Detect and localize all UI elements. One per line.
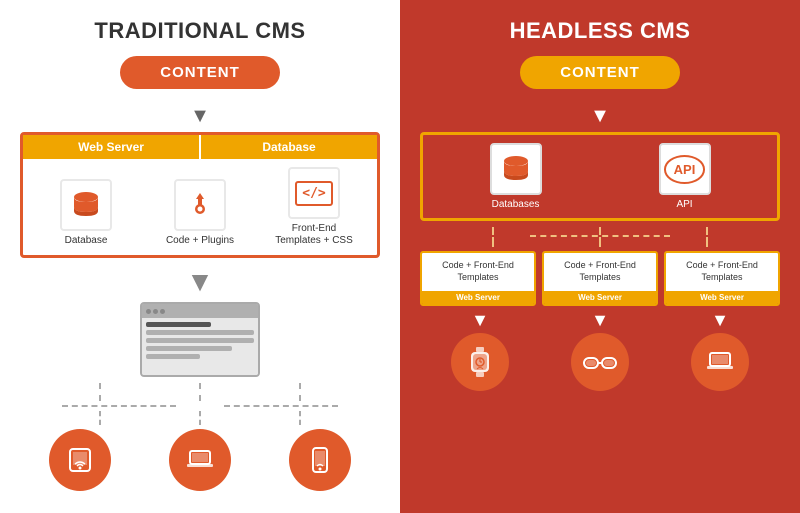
headless-database-icon bbox=[500, 153, 532, 185]
headless-api-label: API bbox=[676, 199, 692, 210]
webserver-content-1: Code + Front-End Templates bbox=[422, 253, 534, 291]
browser-dot-2 bbox=[153, 309, 158, 314]
headless-devices-row bbox=[420, 333, 780, 391]
arrow-box-to-browser: ▼ bbox=[20, 266, 380, 298]
api-badge-icon: API bbox=[664, 155, 706, 184]
browser-line-1 bbox=[146, 322, 211, 327]
browser-bar bbox=[142, 304, 258, 318]
device-watch bbox=[451, 333, 509, 391]
device-laptop bbox=[169, 429, 231, 491]
trad-plugin-icon-box bbox=[174, 179, 226, 231]
webserver-box-1: Code + Front-End Templates Web Server bbox=[420, 251, 536, 306]
browser-line-4 bbox=[146, 346, 232, 351]
browser-content-area bbox=[142, 318, 258, 375]
dashed-line-left bbox=[99, 383, 101, 401]
device-laptop-2 bbox=[691, 333, 749, 391]
tablet-icon bbox=[66, 446, 94, 474]
traditional-cms-panel: TRADITIONAL CMS CONTENT ▼ Web Server Dat… bbox=[0, 0, 400, 513]
trad-database-icon-box bbox=[60, 179, 112, 231]
webserver-content-2: Code + Front-End Templates bbox=[544, 253, 656, 291]
headless-db-icon-box bbox=[490, 143, 542, 195]
trad-plugin-item: Code + Plugins bbox=[160, 179, 240, 247]
glasses-icon bbox=[583, 351, 617, 373]
dashed-api-r2 bbox=[706, 237, 708, 247]
trad-plugin-label: Code + Plugins bbox=[166, 235, 234, 247]
webserver-label-2: Web Server bbox=[544, 291, 656, 304]
traditional-cms-title: TRADITIONAL CMS bbox=[20, 18, 380, 44]
trad-icons-row: Database Code + Plugins </> bbox=[23, 159, 377, 247]
webserver-label-1: Web Server bbox=[422, 291, 534, 304]
dashed-line-center bbox=[199, 383, 201, 401]
arrow-to-device-3: ▼ bbox=[711, 310, 729, 331]
dashed-api-c2 bbox=[599, 237, 601, 247]
browser-line-5 bbox=[146, 354, 200, 359]
traditional-content-pill: CONTENT bbox=[120, 56, 280, 89]
browser-dot-3 bbox=[160, 309, 165, 314]
trad-frontend-label: Front-End Templates + CSS bbox=[274, 223, 354, 247]
trad-frontend-item: </> Front-End Templates + CSS bbox=[274, 167, 354, 247]
dashed-line-right bbox=[299, 383, 301, 401]
arrows-to-devices: ▼ ▼ ▼ bbox=[420, 310, 780, 331]
headless-api-item: API API bbox=[659, 143, 711, 210]
arrow-content-to-db: ▼ bbox=[420, 105, 780, 128]
browser-line-3 bbox=[146, 338, 254, 343]
headless-cms-panel: HEADLESS CMS CONTENT ▼ Databases API API bbox=[400, 0, 800, 513]
webserver-row: Code + Front-End Templates Web Server Co… bbox=[420, 251, 780, 306]
dashed-api-left bbox=[492, 227, 494, 235]
webserver-label-3: Web Server bbox=[666, 291, 778, 304]
arrow-content-to-box: ▼ bbox=[20, 105, 380, 128]
trad-database-item: Database bbox=[46, 179, 126, 247]
trad-box-header: Web Server Database bbox=[23, 135, 377, 159]
laptop-icon-2 bbox=[705, 348, 735, 376]
arrow-to-device-1: ▼ bbox=[471, 310, 489, 331]
database-icon bbox=[70, 189, 102, 221]
headless-database-item: Databases bbox=[490, 143, 542, 210]
trad-database-label: Database bbox=[65, 235, 108, 247]
device-glasses bbox=[571, 333, 629, 391]
plugin-icon bbox=[184, 189, 216, 221]
code-brackets-icon: </> bbox=[295, 181, 332, 206]
webserver-content-3: Code + Front-End Templates bbox=[666, 253, 778, 291]
traditional-devices-row bbox=[20, 429, 380, 491]
headless-content-pill: CONTENT bbox=[520, 56, 680, 89]
device-tablet bbox=[49, 429, 111, 491]
dashed-line-l2 bbox=[99, 411, 101, 425]
dashed-horiz-right bbox=[224, 405, 337, 407]
headless-database-label: Databases bbox=[492, 199, 540, 210]
webserver-box-2: Code + Front-End Templates Web Server bbox=[542, 251, 658, 306]
arrow-to-device-2: ▼ bbox=[591, 310, 609, 331]
headless-db-api-box: Databases API API bbox=[420, 132, 780, 221]
webserver-box-3: Code + Front-End Templates Web Server bbox=[664, 251, 780, 306]
headless-api-icon-box: API bbox=[659, 143, 711, 195]
web-server-header: Web Server bbox=[23, 135, 201, 159]
laptop-icon bbox=[185, 446, 215, 474]
dashed-api-l2 bbox=[492, 237, 494, 247]
dashed-api-center bbox=[599, 227, 601, 235]
dashed-api-right bbox=[706, 227, 708, 235]
watch-icon bbox=[467, 347, 493, 377]
dashed-line-c2 bbox=[199, 411, 201, 425]
phone-icon bbox=[310, 446, 330, 474]
browser-mockup bbox=[140, 302, 260, 377]
headless-cms-title: HEADLESS CMS bbox=[420, 18, 780, 44]
browser-line-2 bbox=[146, 330, 254, 335]
device-phone bbox=[289, 429, 351, 491]
database-header: Database bbox=[201, 135, 377, 159]
dashed-horiz-left bbox=[62, 405, 175, 407]
traditional-cms-box: Web Server Database Database bbox=[20, 132, 380, 258]
trad-frontend-icon-box: </> bbox=[288, 167, 340, 219]
browser-dot-1 bbox=[146, 309, 151, 314]
dashed-line-r2 bbox=[299, 411, 301, 425]
